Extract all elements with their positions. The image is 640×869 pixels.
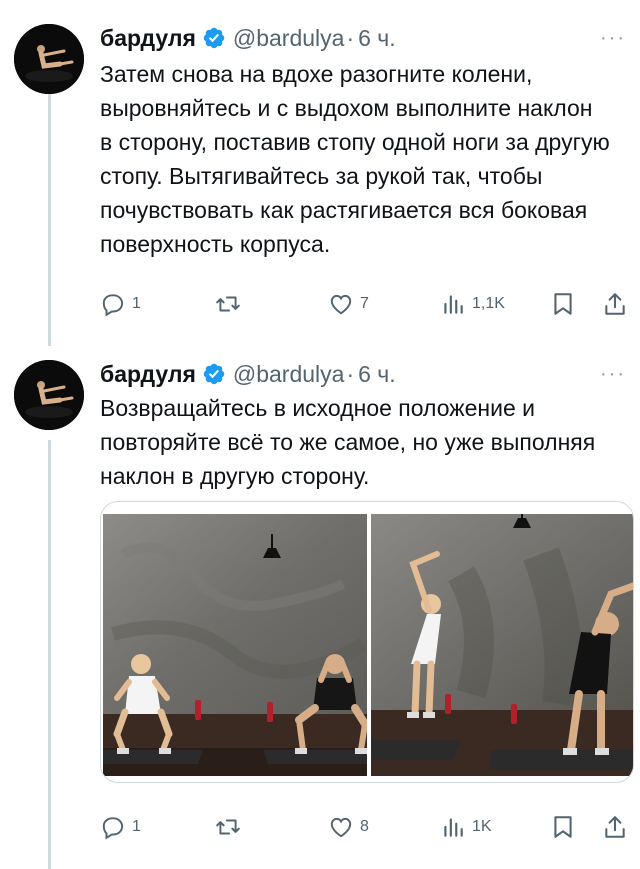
views-bars-icon	[444, 818, 463, 837]
repost-arrows-icon	[216, 296, 240, 312]
media-grid[interactable]	[100, 501, 634, 783]
verified-badge-icon	[203, 363, 225, 385]
like-count: 7	[360, 295, 369, 312]
timestamp[interactable]: 6 ч.	[358, 361, 396, 388]
action-bar: 1 7 1,1K	[100, 287, 630, 321]
reply-button[interactable]: 1	[100, 287, 141, 321]
repost-button[interactable]	[215, 810, 247, 844]
like-button[interactable]: 7	[328, 287, 369, 321]
more-dots-icon[interactable]: ···	[600, 27, 626, 50]
photo-side-bend[interactable]	[371, 514, 633, 776]
tweet-header: бардуля @bardulya · 6 ч. ···	[100, 21, 640, 55]
like-count: 8	[360, 818, 369, 835]
reply-count: 1	[132, 818, 141, 835]
share-upload-icon	[605, 293, 625, 315]
author-name[interactable]: бардуля	[100, 25, 196, 52]
photo-squat-image	[103, 514, 367, 776]
separator-dot: ·	[346, 24, 355, 51]
reply-bubble-icon	[102, 294, 124, 317]
heart-icon	[330, 817, 352, 838]
like-button[interactable]: 8	[328, 810, 369, 844]
author-name[interactable]: бардуля	[100, 361, 196, 388]
share-button[interactable]	[602, 810, 628, 844]
reply-bubble-icon	[102, 817, 124, 840]
bookmark-icon	[554, 293, 572, 315]
separator-dot: ·	[346, 360, 355, 387]
avatar[interactable]	[14, 24, 84, 94]
views-button[interactable]: 1,1K	[440, 287, 505, 321]
tweet-text: Возвращайтесь в исходное положение и пов…	[100, 395, 596, 489]
photo-side-bend-image	[371, 514, 633, 776]
avatar[interactable]	[14, 360, 84, 430]
thread-line	[48, 440, 51, 869]
more-dots-icon[interactable]: ···	[600, 363, 626, 386]
view-count: 1,1K	[472, 295, 505, 312]
tweet-header: бардуля @bardulya · 6 ч. ···	[100, 357, 640, 391]
share-upload-icon	[605, 816, 625, 838]
view-count: 1K	[472, 818, 492, 835]
avatar-image	[14, 24, 84, 94]
timestamp[interactable]: 6 ч.	[358, 25, 396, 52]
author-handle[interactable]: @bardulya	[233, 25, 345, 52]
reply-count: 1	[132, 295, 141, 312]
thread-line	[48, 94, 51, 346]
repost-button[interactable]	[215, 287, 247, 321]
views-button[interactable]: 1K	[440, 810, 492, 844]
verified-badge-icon	[203, 27, 225, 49]
action-bar: 1 8 1K	[100, 810, 630, 844]
tweet-text: Затем снова на вдохе разогните колени, в…	[100, 61, 610, 257]
bookmark-icon	[554, 816, 572, 838]
photo-squat[interactable]	[103, 514, 367, 776]
avatar-image	[14, 360, 84, 430]
bookmark-button[interactable]	[550, 810, 576, 844]
bookmark-button[interactable]	[550, 287, 576, 321]
share-button[interactable]	[602, 287, 628, 321]
reply-button[interactable]: 1	[100, 810, 141, 844]
author-handle[interactable]: @bardulya	[233, 361, 345, 388]
tweet[interactable]: бардуля @bardulya · 6 ч. ··· Затем снова…	[0, 0, 640, 346]
heart-icon	[330, 294, 352, 315]
tweet[interactable]: бардуля @bardulya · 6 ч. ··· Возвращайте…	[0, 346, 640, 869]
repost-arrows-icon	[216, 819, 240, 835]
views-bars-icon	[444, 295, 463, 314]
